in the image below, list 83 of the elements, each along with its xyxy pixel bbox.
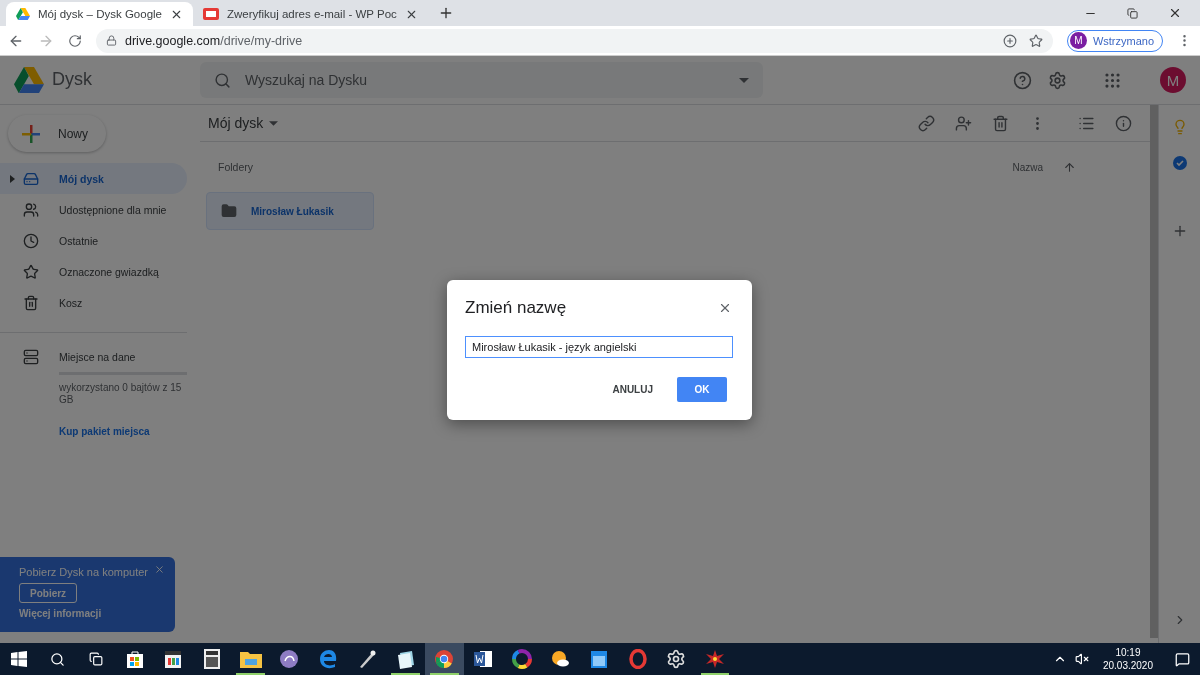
- browser-tab[interactable]: Zweryfikuj adres e-mail - WP Poc: [193, 2, 428, 26]
- dropdown-icon: [269, 120, 279, 126]
- link-icon[interactable]: [918, 114, 935, 132]
- lock-icon: [106, 35, 117, 46]
- search-field[interactable]: Wyszukaj na Dysku: [200, 62, 763, 98]
- document-icon: [472, 649, 493, 669]
- storage-icon: [23, 348, 39, 365]
- product-name: Dysk: [52, 69, 92, 91]
- close-icon[interactable]: [1168, 6, 1182, 20]
- plus-icon: [22, 124, 40, 143]
- calendar-icon: [589, 649, 608, 669]
- add-person-icon[interactable]: [955, 114, 972, 132]
- dropdown-icon[interactable]: [739, 77, 749, 83]
- download-button[interactable]: Pobierz: [19, 583, 78, 603]
- drive-logo-icon: [14, 66, 44, 94]
- nav-item[interactable]: Udostępnione dla mnie: [0, 194, 187, 225]
- weather-icon: [550, 649, 571, 669]
- dialog-title: Zmień nazwę: [465, 298, 567, 318]
- profile-avatar: M: [1069, 32, 1087, 49]
- breadcrumb[interactable]: Mój dysk: [208, 115, 279, 131]
- help-icon[interactable]: [1013, 70, 1032, 90]
- task-view-icon: [89, 652, 104, 666]
- account-avatar[interactable]: M: [1160, 67, 1186, 93]
- ok-button[interactable]: OK: [677, 377, 727, 402]
- scrollbar[interactable]: [1150, 105, 1158, 638]
- url-path: /drive/my-drive: [220, 33, 303, 48]
- close-icon[interactable]: [718, 301, 732, 315]
- search-icon: [214, 71, 231, 89]
- promo-title: Pobierz Dysk na komputer: [19, 566, 148, 578]
- color-wheel-icon: [511, 649, 532, 669]
- browser-tab[interactable]: Mój dysk – Dysk Google: [6, 2, 193, 26]
- muted-speaker-icon[interactable]: [1074, 652, 1089, 666]
- trash-icon[interactable]: [992, 114, 1009, 132]
- clapperboard-icon: [163, 649, 184, 669]
- taskbar-app-button[interactable]: [424, 643, 464, 675]
- gears-icon: [666, 649, 687, 669]
- expand-caret-icon[interactable]: [10, 174, 15, 183]
- restore-icon[interactable]: [1127, 7, 1138, 19]
- browser-icon: [434, 649, 455, 669]
- bookmark-star-icon[interactable]: [1028, 33, 1043, 48]
- windows-start-icon[interactable]: [11, 651, 27, 667]
- trash-icon: [23, 294, 39, 311]
- storage-usage: wykorzystano 0 bajtów z 15 GB: [59, 382, 183, 406]
- nav-item[interactable]: Oznaczone gwiazdką: [0, 256, 187, 287]
- cancel-button[interactable]: ANULUJ: [600, 377, 665, 402]
- browser-icon: [318, 649, 339, 669]
- clock-icon: [23, 232, 39, 249]
- address-bar[interactable]: drive.google.com/drive/my-drive: [96, 28, 1053, 53]
- nav-item[interactable]: Mój dysk: [0, 163, 187, 194]
- calculator-icon: [203, 649, 222, 669]
- star-icon: [23, 263, 39, 280]
- folder-icon: [221, 203, 237, 219]
- folder-item[interactable]: Mirosław Łukasik: [206, 192, 374, 230]
- name-input-field[interactable]: Mirosław Łukasik - język angielski: [465, 336, 733, 358]
- settings-icon[interactable]: [1048, 70, 1067, 90]
- storage-item[interactable]: Miejsce na dane: [0, 341, 187, 372]
- drive-icon: [23, 170, 39, 187]
- starburst-icon: [705, 649, 726, 669]
- site-logo-icon: [203, 8, 219, 20]
- sort-label[interactable]: Nazwa: [1012, 161, 1043, 173]
- nav-item[interactable]: Ostatnie: [0, 225, 187, 256]
- apps-grid-icon[interactable]: [1103, 70, 1122, 90]
- clock[interactable]: 10:19 20.03.2020: [1102, 646, 1153, 672]
- drive-logo-icon: [16, 7, 30, 21]
- sort-arrow-icon[interactable]: [1063, 160, 1076, 174]
- notepad-icon: [395, 649, 416, 669]
- search-icon: [49, 651, 65, 667]
- section-heading: Foldery: [218, 161, 254, 173]
- shopping-bag-icon: [124, 649, 145, 669]
- ring-icon: [627, 649, 648, 669]
- reload-icon[interactable]: [68, 33, 82, 48]
- nav-item[interactable]: Kosz: [0, 287, 187, 318]
- new-button[interactable]: Nowy: [8, 115, 106, 152]
- more-info-link[interactable]: Więcej informacji: [19, 608, 102, 619]
- add-icon[interactable]: [1002, 33, 1017, 48]
- url-host: drive.google.com: [125, 33, 221, 48]
- buy-storage-link[interactable]: Kup pakiet miejsca: [59, 426, 200, 437]
- info-icon[interactable]: [1115, 114, 1132, 132]
- notification-icon[interactable]: [1175, 651, 1190, 667]
- check-circle-icon[interactable]: [1171, 155, 1188, 171]
- folder-icon: [239, 650, 262, 668]
- people-icon: [23, 201, 39, 218]
- swirl-icon: [279, 649, 300, 669]
